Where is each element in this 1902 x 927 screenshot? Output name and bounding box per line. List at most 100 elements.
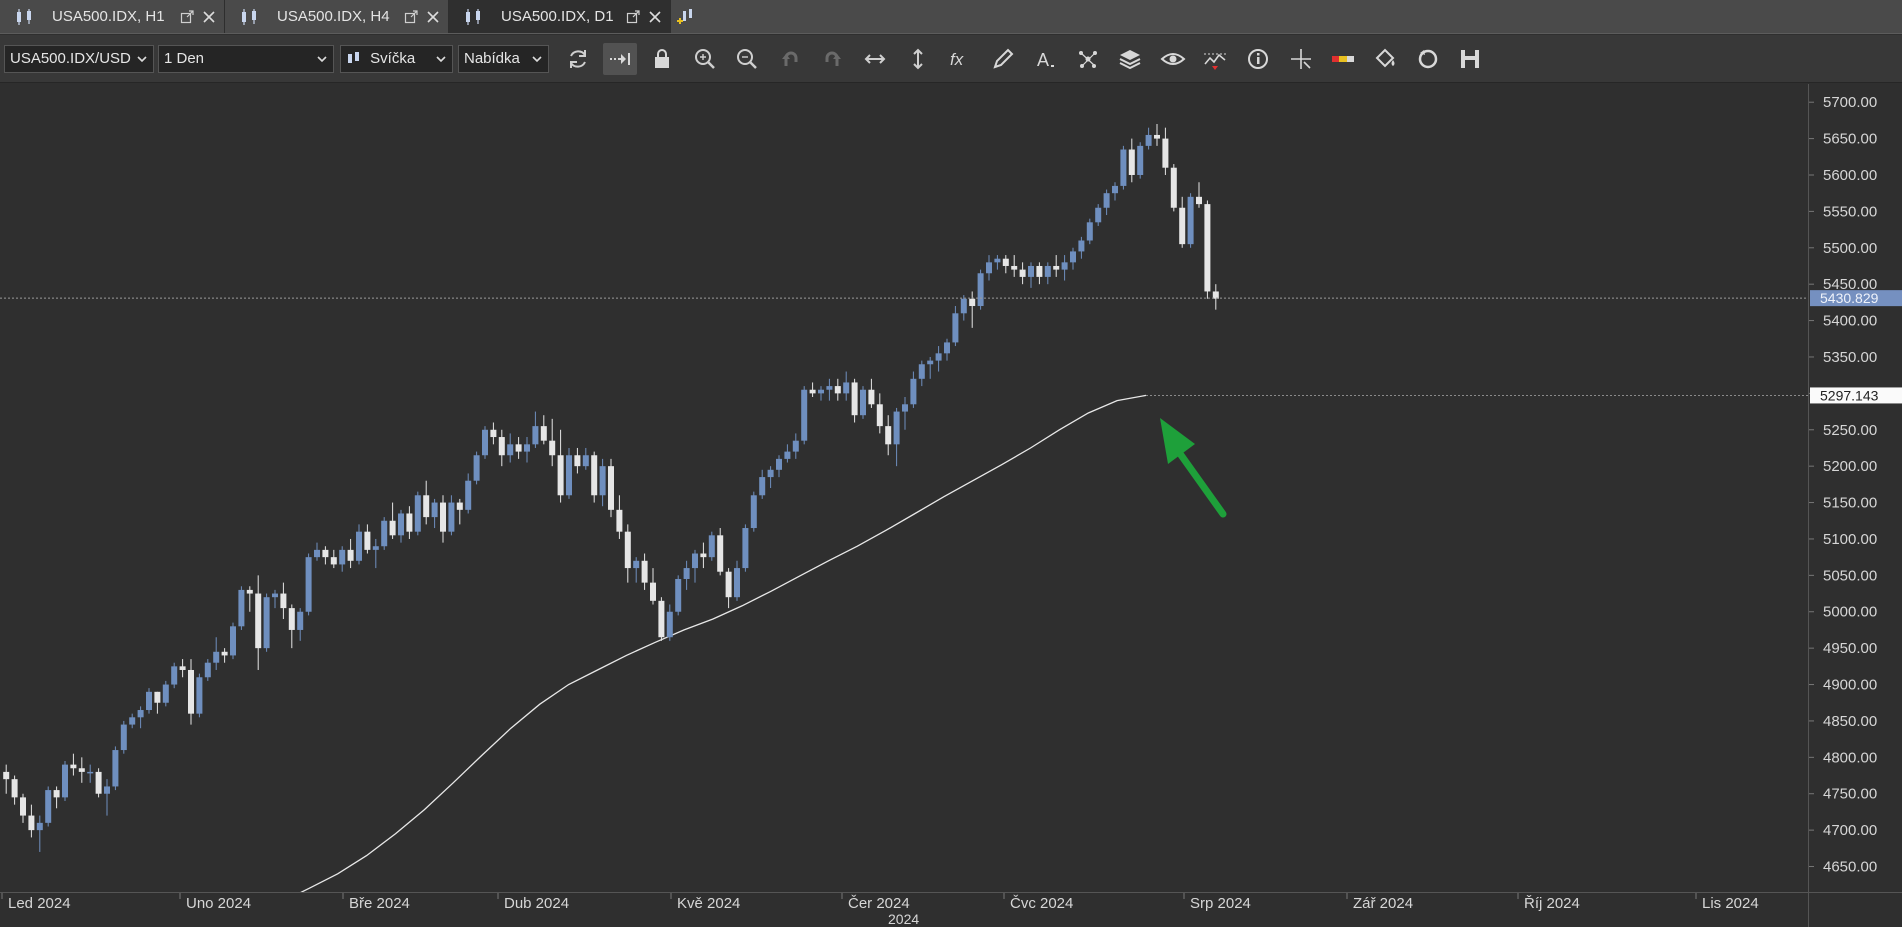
candle-body (1086, 222, 1093, 241)
tab-usa500-d1[interactable]: USA500.IDX, D1 (449, 0, 671, 33)
candle-body (683, 568, 690, 579)
candle-body (515, 444, 522, 452)
autoshift-button[interactable] (603, 43, 637, 75)
info-button[interactable] (1241, 43, 1275, 75)
candle-body (440, 502, 446, 532)
axis-corner (1808, 892, 1902, 927)
time-axis[interactable]: Led 2024 Uno 2024 Bře 2024 Dub 2024 Kvě 2024… (0, 892, 1808, 927)
time-tick-label: Čvc 2024 (1010, 895, 1073, 912)
candle-body (1112, 185, 1118, 194)
text-tool-button[interactable]: A (1028, 43, 1062, 75)
candle-body (750, 495, 757, 529)
save-button[interactable] (1453, 43, 1487, 75)
candle-body (120, 724, 127, 751)
candle-body (918, 364, 925, 379)
undo-button[interactable] (773, 43, 807, 75)
period-select[interactable]: 1 Den (158, 45, 334, 73)
candle-body (45, 790, 52, 823)
paint-bucket-button[interactable] (1369, 43, 1403, 75)
candle-body (818, 389, 824, 394)
alerts-button[interactable] (1198, 43, 1232, 75)
zoom-in-button[interactable] (688, 43, 722, 75)
visibility-button[interactable] (1156, 43, 1190, 75)
price-axis[interactable]: 4650.00 4700.00 4750.00 4800.00 4850.00 4900.… (1808, 84, 1902, 892)
candle-body (347, 549, 354, 561)
vertical-resize-icon (913, 48, 923, 70)
alerts-icon (1204, 53, 1226, 70)
candle-body (801, 389, 808, 441)
horizontal-resize-button[interactable] (858, 43, 892, 75)
candle-body (650, 582, 656, 601)
popout-window-icon[interactable] (404, 9, 418, 24)
new-chart-tab-button[interactable] (671, 0, 701, 33)
refresh-button[interactable] (561, 43, 595, 75)
candle-body (851, 382, 858, 416)
close-tab-icon[interactable] (202, 10, 216, 24)
price-tick-label: 5100.00 (1823, 531, 1877, 548)
candle-body (1120, 149, 1127, 186)
reset-button[interactable] (1411, 43, 1445, 75)
theme-colors-button[interactable] (1326, 43, 1360, 75)
candle-body (3, 771, 10, 780)
candle-body (1145, 134, 1152, 146)
chart-tabs-bar: USA500.IDX, H1 USA500.IDX, H4 USA500.IDX… (0, 0, 1902, 34)
tab-label: USA500.IDX, D1 (501, 8, 614, 25)
candle-body (288, 608, 295, 630)
candle-body (616, 509, 623, 532)
price-tick-label: 4750.00 (1823, 786, 1877, 803)
popout-window-icon[interactable] (180, 9, 194, 24)
candle-body (910, 378, 917, 405)
price-tick-label: 5050.00 (1823, 567, 1877, 584)
candle-body (582, 455, 589, 467)
chart-type-select[interactable]: Svíčka (340, 45, 453, 73)
candle-body (868, 389, 875, 405)
offer-side-select[interactable]: Nabídka (458, 45, 549, 73)
price-tick-label: 4900.00 (1823, 677, 1877, 694)
close-tab-icon[interactable] (648, 10, 662, 24)
crosshair-button[interactable] (1284, 43, 1318, 75)
instrument-select[interactable]: USA500.IDX/USD (4, 45, 154, 73)
candle-body (540, 426, 547, 441)
lock-button[interactable] (645, 43, 679, 75)
time-tick-label: Srp 2024 (1190, 895, 1251, 912)
candle-body (557, 455, 564, 496)
layers-button[interactable] (1113, 43, 1147, 75)
patterns-button[interactable] (1071, 43, 1105, 75)
candle-body (994, 258, 1001, 263)
indicators-button[interactable]: fx (943, 43, 977, 75)
tab-usa500-h1[interactable]: USA500.IDX, H1 (0, 0, 225, 33)
candle-body (246, 589, 253, 594)
candle-body (725, 571, 732, 598)
candle-body (532, 426, 539, 445)
chevron-down-icon (532, 56, 542, 63)
price-tick-label: 5200.00 (1823, 458, 1877, 475)
drawing-pencil-icon (993, 48, 1014, 69)
patterns-icon (1079, 51, 1097, 68)
price-axis-svg: 4650.00 4700.00 4750.00 4800.00 4850.00 4900.… (1809, 94, 1902, 876)
candle-body (944, 342, 950, 354)
close-tab-icon[interactable] (426, 10, 440, 24)
candle-body (204, 662, 211, 678)
popout-window-icon[interactable] (626, 9, 640, 24)
candle-body (372, 546, 379, 550)
drawing-tools-button[interactable] (986, 43, 1020, 75)
candle-body (398, 513, 404, 536)
candle-body (196, 677, 203, 714)
candle-body (708, 535, 715, 558)
price-tick-label: 5550.00 (1823, 203, 1877, 220)
price-tick-label: 5150.00 (1823, 495, 1877, 512)
candle-body (280, 593, 287, 609)
time-tick-label: Čer 2024 (848, 895, 910, 912)
candle-body (524, 444, 530, 452)
redo-button[interactable] (816, 43, 850, 75)
tab-usa500-h4[interactable]: USA500.IDX, H4 (225, 0, 449, 33)
zoom-out-button[interactable] (730, 43, 764, 75)
tab-label: USA500.IDX, H1 (52, 8, 165, 25)
candle-body (188, 669, 194, 714)
vertical-resize-button[interactable] (901, 43, 935, 75)
candle-body (53, 790, 60, 798)
price-chart[interactable] (0, 84, 1808, 904)
zoom-out-icon (737, 49, 757, 69)
candle-body (263, 597, 270, 649)
price-tick-label: 4850.00 (1823, 713, 1877, 730)
